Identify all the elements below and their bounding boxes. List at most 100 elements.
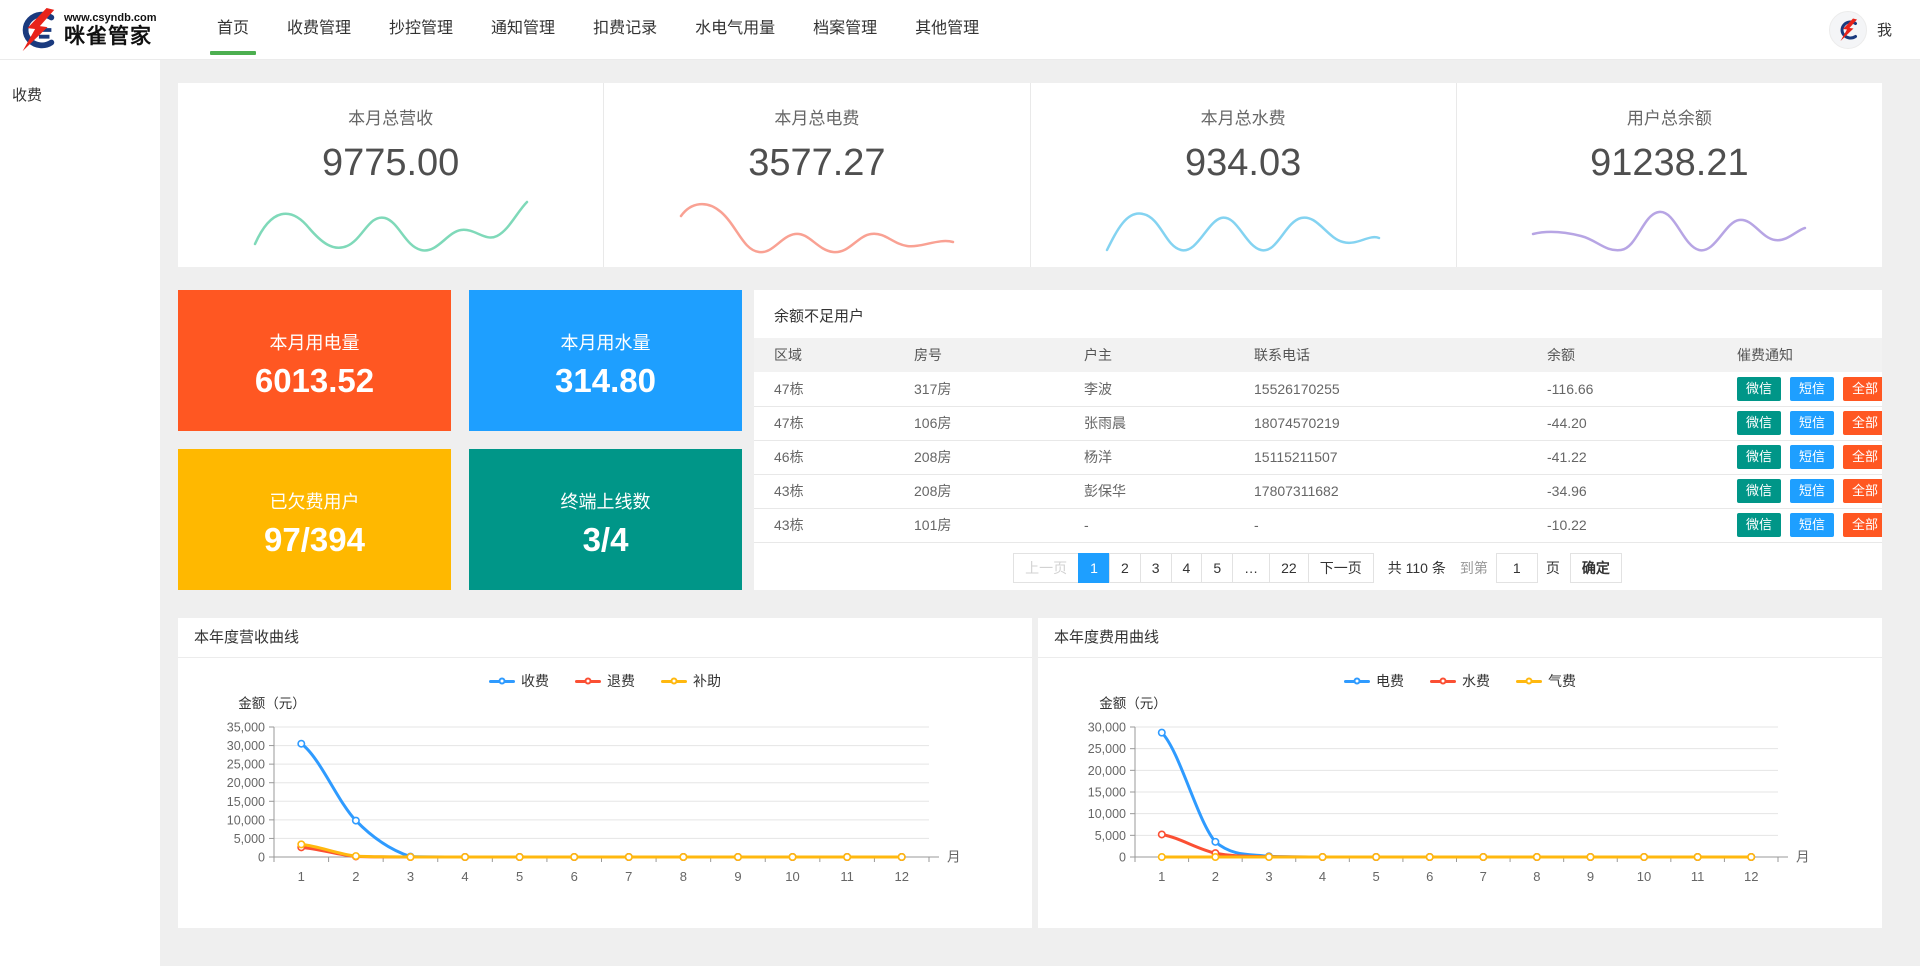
sparkline-water (1100, 194, 1386, 258)
app-header: www.csyndb.com 咪雀管家 首页 收费管理 抄控管理 通知管理 扣费… (0, 0, 1920, 60)
wechat-notify-button[interactable]: 微信 (1737, 445, 1781, 469)
pagination-page-22[interactable]: 22 (1269, 553, 1309, 583)
svg-text:10: 10 (785, 869, 799, 884)
svg-text:2: 2 (1212, 869, 1219, 884)
wechat-notify-button[interactable]: 微信 (1737, 377, 1781, 401)
svg-text:12: 12 (1744, 869, 1758, 884)
cost-chart-title: 本年度费用曲线 (1038, 618, 1882, 658)
avatar-logo-icon (1836, 18, 1860, 42)
sidebar: 收费 (0, 60, 160, 966)
sparkline-electric (674, 194, 960, 258)
table-title: 余额不足用户 (754, 290, 1882, 338)
brand-logo: www.csyndb.com 咪雀管家 (0, 7, 190, 53)
nav-item-fee-management[interactable]: 收费管理 (268, 0, 370, 60)
legend-item-收费[interactable]: 收费 (489, 671, 549, 691)
svg-text:9: 9 (1587, 869, 1594, 884)
low-balance-table: 区域 房号 户主 联系电话 余额 催费通知 47栋317房李波155261702… (754, 338, 1882, 543)
stat-total-user-balance: 用户总余额 91238.21 (1457, 83, 1882, 267)
svg-text:20,000: 20,000 (1088, 764, 1126, 778)
all-notify-button[interactable]: 全部 (1843, 513, 1882, 537)
stat-value: 9775.00 (322, 142, 459, 185)
svg-text:1: 1 (1158, 869, 1165, 884)
svg-text:6: 6 (571, 869, 578, 884)
user-menu[interactable]: 我 (1829, 11, 1892, 49)
stat-label: 用户总余额 (1627, 104, 1712, 129)
pagination-goto-input[interactable] (1496, 553, 1538, 583)
svg-text:25,000: 25,000 (227, 758, 265, 772)
all-notify-button[interactable]: 全部 (1843, 445, 1882, 469)
stat-monthly-electric-fee: 本月总电费 3577.27 (604, 83, 1030, 267)
svg-text:5: 5 (516, 869, 523, 884)
nav-item-other-management[interactable]: 其他管理 (896, 0, 998, 60)
nav-item-home[interactable]: 首页 (198, 0, 268, 60)
legend-item-水费[interactable]: 水费 (1430, 671, 1490, 691)
sms-notify-button[interactable]: 短信 (1790, 513, 1834, 537)
sms-notify-button[interactable]: 短信 (1790, 411, 1834, 435)
pagination-page-3[interactable]: 3 (1140, 553, 1172, 583)
svg-text:2: 2 (352, 869, 359, 884)
sidebar-item-fees[interactable]: 收费 (0, 60, 160, 115)
svg-text:8: 8 (680, 869, 687, 884)
nav-item-utility-usage[interactable]: 水电气用量 (676, 0, 794, 60)
pagination-page-1[interactable]: 1 (1078, 553, 1110, 583)
legend-item-气费[interactable]: 气费 (1516, 671, 1576, 691)
svg-text:5: 5 (1373, 869, 1380, 884)
stats-card: 本月总营收 9775.00 本月总电费 3577.27 本月总水费 934.03… (178, 83, 1882, 267)
svg-text:11: 11 (1691, 869, 1705, 884)
nav-item-archives[interactable]: 档案管理 (794, 0, 896, 60)
all-notify-button[interactable]: 全部 (1843, 479, 1882, 503)
pagination-next[interactable]: 下一页 (1308, 553, 1374, 583)
svg-text:月: 月 (947, 850, 961, 865)
all-notify-button[interactable]: 全部 (1843, 377, 1882, 401)
stat-value: 934.03 (1185, 142, 1301, 185)
pagination-prev[interactable]: 上一页 (1013, 553, 1079, 583)
svg-text:3: 3 (1265, 869, 1272, 884)
svg-text:30,000: 30,000 (1088, 721, 1126, 735)
svg-text:4: 4 (461, 869, 468, 884)
svg-text:11: 11 (840, 869, 854, 884)
svg-text:7: 7 (1480, 869, 1487, 884)
table-row: 43栋101房---10.22 微信短信全部 (754, 508, 1882, 542)
cost-chart-panel: 本年度费用曲线 电费水费气费 05,00010,00015,00020,0002… (1038, 618, 1882, 928)
cost-line-chart: 05,00010,00015,00020,00025,00030,0001234… (1038, 658, 1882, 928)
pagination-page-4[interactable]: 4 (1171, 553, 1203, 583)
sms-notify-button[interactable]: 短信 (1790, 479, 1834, 503)
main-content: 本月总营收 9775.00 本月总电费 3577.27 本月总水费 934.03… (160, 60, 1920, 966)
stat-label: 本月总电费 (774, 104, 859, 129)
sms-notify-button[interactable]: 短信 (1790, 377, 1834, 401)
nav-item-deduction-records[interactable]: 扣费记录 (574, 0, 676, 60)
table-row: 43栋208房彭保华17807311682-34.96 微信短信全部 (754, 474, 1882, 508)
legend-item-退费[interactable]: 退费 (575, 671, 635, 691)
kpi-tiles: 本月用电量 6013.52 本月用水量 314.80 已欠费用户 97/394 … (178, 290, 742, 590)
svg-text:12: 12 (894, 869, 908, 884)
stat-label: 本月总营收 (348, 104, 433, 129)
pagination-confirm-button[interactable]: 确定 (1570, 553, 1622, 583)
pagination-page-2[interactable]: 2 (1109, 553, 1141, 583)
svg-text:5,000: 5,000 (1095, 829, 1126, 843)
legend-item-补助[interactable]: 补助 (661, 671, 721, 691)
pagination-page-5[interactable]: 5 (1201, 553, 1233, 583)
table-header-row: 区域 房号 户主 联系电话 余额 催费通知 (754, 338, 1882, 372)
low-balance-users-panel: 余额不足用户 区域 房号 户主 联系电话 余额 催费通知 47栋317房李波15 (754, 290, 1882, 590)
nav-item-meter-control[interactable]: 抄控管理 (370, 0, 472, 60)
wechat-notify-button[interactable]: 微信 (1737, 411, 1781, 435)
brand-name: 咪雀管家 (64, 26, 157, 47)
sms-notify-button[interactable]: 短信 (1790, 445, 1834, 469)
svg-text:25,000: 25,000 (1088, 742, 1126, 756)
all-notify-button[interactable]: 全部 (1843, 411, 1882, 435)
sparkline-revenue (248, 194, 534, 258)
wechat-notify-button[interactable]: 微信 (1737, 513, 1781, 537)
nav-item-notification[interactable]: 通知管理 (472, 0, 574, 60)
svg-text:月: 月 (1796, 850, 1810, 865)
svg-text:10,000: 10,000 (1088, 807, 1126, 821)
svg-text:7: 7 (625, 869, 632, 884)
wechat-notify-button[interactable]: 微信 (1737, 479, 1781, 503)
revenue-line-chart: 05,00010,00015,00020,00025,00030,00035,0… (178, 658, 1032, 928)
svg-text:金额（元）: 金额（元） (238, 696, 306, 711)
svg-text:5,000: 5,000 (234, 832, 265, 846)
svg-text:30,000: 30,000 (227, 739, 265, 753)
pagination-ellipsis: … (1232, 553, 1270, 583)
cost-chart-legend: 电费 水费 气费 (1038, 671, 1882, 691)
table-row: 47栋106房张雨晨18074570219-44.20 微信短信全部 (754, 406, 1882, 440)
legend-item-电费[interactable]: 电费 (1344, 671, 1404, 691)
